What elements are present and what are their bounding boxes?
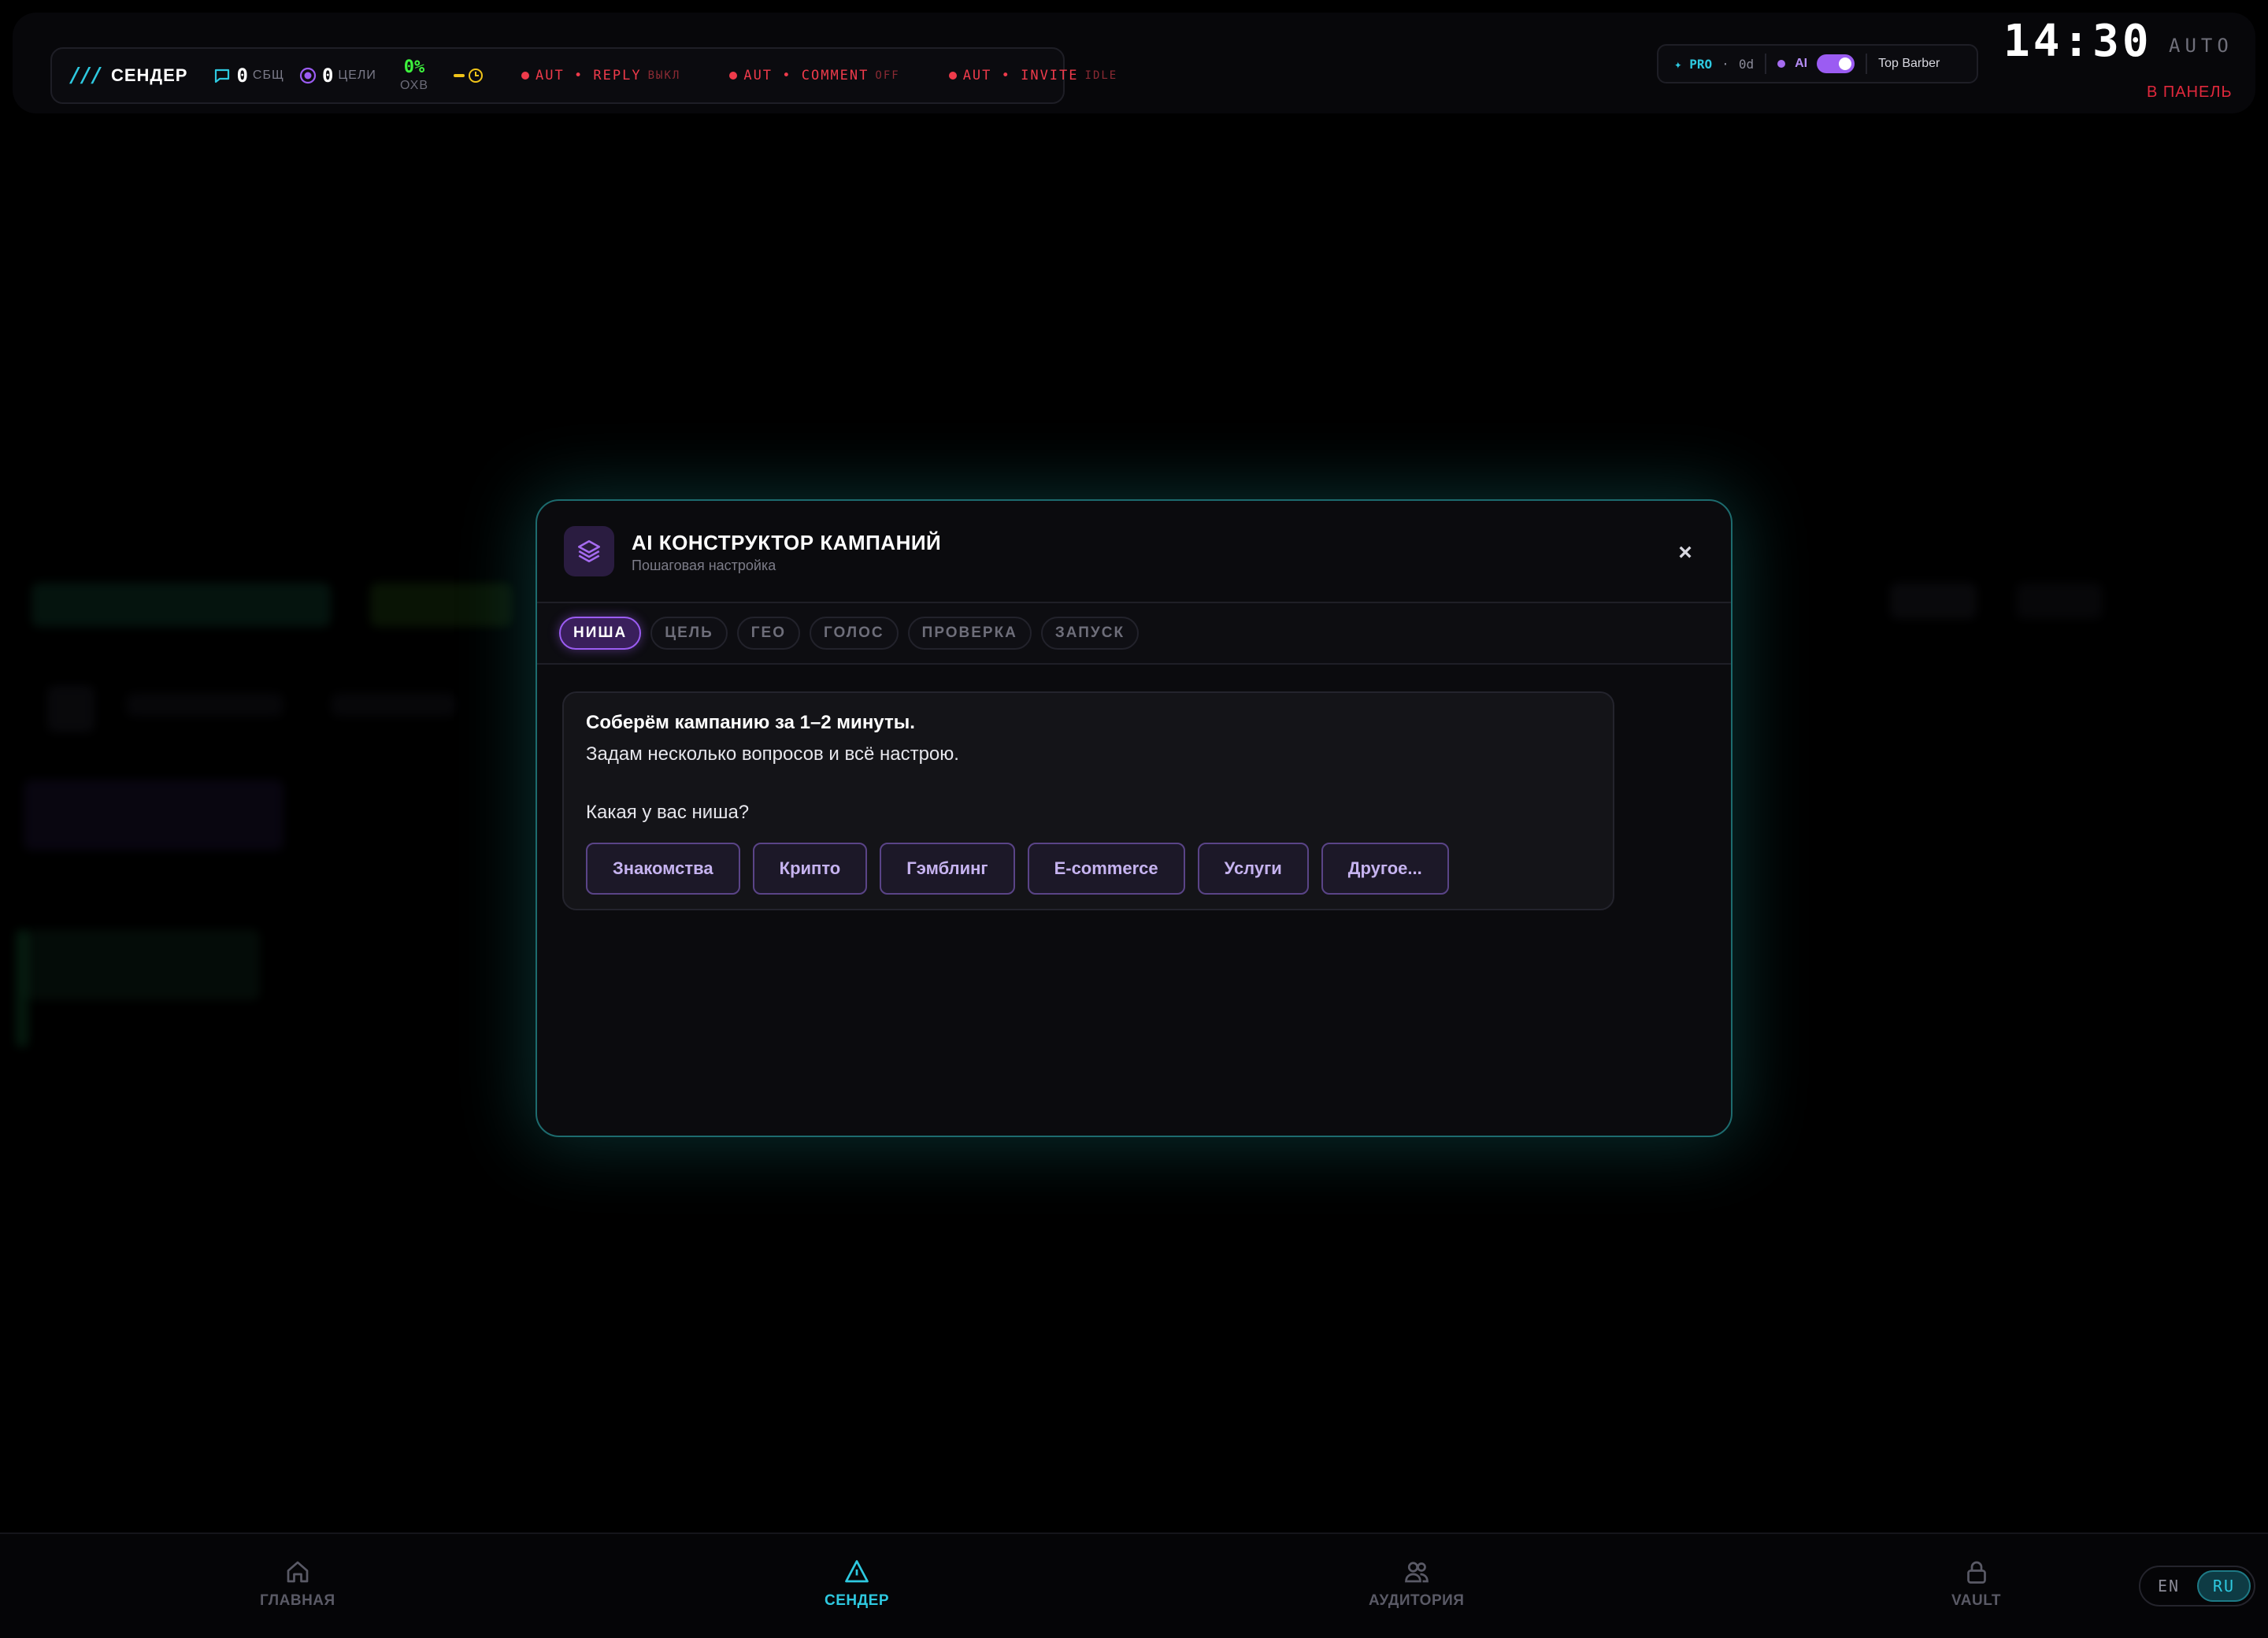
clock: 14:30 xyxy=(2003,16,2152,67)
logo-mark: /// xyxy=(69,64,103,87)
option-services-button[interactable]: Услуги xyxy=(1197,843,1309,895)
plan-days: 0d xyxy=(1738,56,1755,72)
message-body: Задам несколько вопросов и всё настрою. xyxy=(586,743,959,765)
nav-item-audience[interactable]: АУДИТОРИЯ xyxy=(1369,1558,1464,1610)
targets-label: ЦЕЛИ xyxy=(338,69,376,82)
option-gambling-button[interactable]: Гэмблинг xyxy=(880,843,1015,895)
home-icon xyxy=(287,1561,309,1583)
reach-stat: 0% ОХВ xyxy=(400,59,428,92)
automation-state: OFF xyxy=(875,69,900,82)
targets-stat: 0 ЦЕЛИ xyxy=(298,65,376,87)
lang-en-button[interactable]: EN xyxy=(2144,1570,2194,1602)
reach-label: ОХВ xyxy=(399,79,429,92)
ai-status-dot xyxy=(1777,60,1786,68)
ai-toggle[interactable] xyxy=(1817,54,1855,73)
account-pill: ✦ PRO · 0d AI Top Barber xyxy=(1657,44,1978,83)
option-ecommerce-button[interactable]: E-commerce xyxy=(1027,843,1185,895)
divider xyxy=(1765,54,1767,74)
question-text: Какая у вас ниша? xyxy=(586,802,750,823)
automation-key: AUT • INVITE xyxy=(962,68,1079,83)
tab-geo[interactable]: ГЕО xyxy=(736,617,800,650)
status-pill: /// СЕНДЕР 0 СБЩ 0 ЦЕЛИ 0% ОХВ AUT • REP… xyxy=(50,47,1116,104)
tab-niche[interactable]: НИША xyxy=(559,617,642,650)
option-other-button[interactable]: Другое... xyxy=(1321,843,1449,895)
reach-value: 0% xyxy=(403,57,425,77)
assistant-message: Соберём кампанию за 1–2 минуты. Задам не… xyxy=(562,691,1614,910)
nav-item-home[interactable]: ГЛАВНАЯ xyxy=(260,1558,335,1610)
plan-separator: · xyxy=(1721,56,1729,72)
targets-count: 0 xyxy=(321,65,334,87)
automation-comment[interactable]: AUT • COMMENT OFF xyxy=(729,68,899,83)
users-icon xyxy=(1404,1562,1429,1583)
modal-header: AI КОНСТРУКТОР КАМПАНИЙ Пошаговая настро… xyxy=(537,501,1731,603)
modal-icon-badge xyxy=(564,526,614,576)
brand-name: СЕНДЕР xyxy=(110,65,188,85)
panel-link[interactable]: В ПАНЕЛЬ xyxy=(2147,83,2233,102)
automation-invite[interactable]: AUT • INVITE IDLE xyxy=(948,68,1118,83)
account-name[interactable]: Top Barber xyxy=(1878,57,1940,71)
modal-subtitle: Пошаговая настройка xyxy=(632,558,776,573)
target-icon xyxy=(299,67,317,84)
step-tabs: НИША ЦЕЛЬ ГЕО ГОЛОС ПРОВЕРКА ЗАПУСК xyxy=(537,603,1731,665)
automation-key: AUT • COMMENT xyxy=(743,68,869,83)
clock-icon xyxy=(469,69,484,83)
niche-options: Знакомства Крипто Гэмблинг E-commerce Ус… xyxy=(586,843,1591,895)
ai-label: AI xyxy=(1795,57,1808,70)
language-switch: EN RU xyxy=(2139,1566,2255,1606)
tab-goal[interactable]: ЦЕЛЬ xyxy=(650,617,728,650)
tab-launch[interactable]: ЗАПУСК xyxy=(1040,617,1140,650)
messages-label: СБЩ xyxy=(252,69,284,82)
modal-title: AI КОНСТРУКТОР КАМПАНИЙ xyxy=(632,531,942,554)
close-icon[interactable]: × xyxy=(1671,539,1699,567)
option-dating-button[interactable]: Знакомства xyxy=(586,843,740,895)
messages-count: 0 xyxy=(236,65,248,87)
top-bar: /// СЕНДЕР 0 СБЩ 0 ЦЕЛИ 0% ОХВ AUT • REP… xyxy=(13,13,2255,113)
nav-item-sender[interactable]: СЕНДЕР xyxy=(825,1558,889,1610)
campaign-builder-modal: AI КОНСТРУКТОР КАМПАНИЙ Пошаговая настро… xyxy=(536,499,1732,1137)
automation-state: IDLE xyxy=(1084,69,1118,82)
nav-label: АУДИТОРИЯ xyxy=(1369,1592,1465,1609)
tab-review[interactable]: ПРОВЕРКА xyxy=(907,617,1032,650)
lang-ru-button[interactable]: RU xyxy=(2197,1570,2251,1602)
lock-icon xyxy=(1966,1561,1986,1584)
layers-icon xyxy=(577,539,601,563)
send-icon xyxy=(845,1560,869,1583)
nav-label: СЕНДЕР xyxy=(825,1592,889,1609)
divider xyxy=(1866,54,1868,74)
plan-badge[interactable]: ✦ PRO xyxy=(1674,57,1712,72)
nav-item-vault[interactable]: VAULT xyxy=(1951,1558,2001,1610)
mode-indicator: AUTO xyxy=(2169,35,2233,57)
automation-reply[interactable]: AUT • REPLY ВЫКЛ xyxy=(521,68,680,83)
tab-voice[interactable]: ГОЛОС xyxy=(809,617,899,650)
automation-state: ВЫКЛ xyxy=(647,69,681,82)
option-crypto-button[interactable]: Крипто xyxy=(752,843,868,895)
nav-label: VAULT xyxy=(1951,1592,2002,1609)
status-dot xyxy=(948,72,957,80)
status-dot xyxy=(729,72,738,80)
bottom-nav: ГЛАВНАЯ СЕНДЕР АУДИТОРИЯ VAULT EN RU xyxy=(0,1532,2268,1638)
messages-stat: 0 СБЩ xyxy=(213,65,284,87)
message-headline: Соберём кампанию за 1–2 минуты. xyxy=(586,712,915,733)
status-dot xyxy=(521,72,530,80)
nav-label: ГЛАВНАЯ xyxy=(260,1592,335,1609)
timer-status xyxy=(454,68,484,83)
dash-icon xyxy=(454,74,465,77)
message-icon xyxy=(215,69,230,83)
automation-key: AUT • REPLY xyxy=(536,68,642,83)
